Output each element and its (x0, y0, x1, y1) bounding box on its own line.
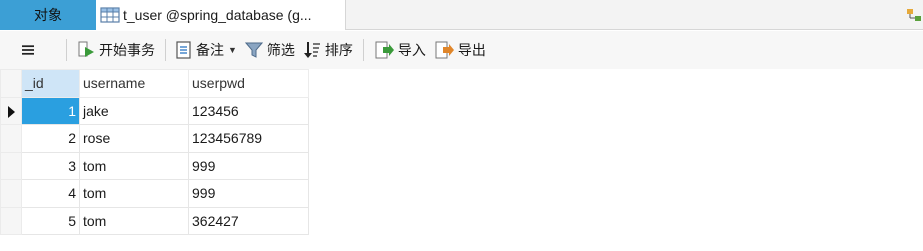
import-label: 导入 (397, 42, 426, 58)
cell-id[interactable]: 3 (21, 151, 80, 180)
row-indicator[interactable] (0, 124, 22, 153)
column-header-username[interactable]: username (79, 69, 189, 98)
cell-username[interactable]: tom (79, 179, 189, 208)
row-indicator-header (0, 69, 22, 98)
row-indicator[interactable] (0, 206, 22, 235)
column-header-id[interactable]: _id (21, 69, 80, 98)
memo-button[interactable]: 备注 ▼ (172, 37, 241, 63)
export-label: 导出 (457, 42, 486, 58)
transaction-icon (78, 41, 94, 57)
cell-username[interactable]: rose (79, 124, 189, 153)
data-grid: _id username userpwd 1 jake 123456 2 ros… (0, 69, 309, 235)
hamburger-icon (22, 45, 34, 55)
chevron-down-icon[interactable]: ▼ (228, 45, 237, 55)
tab-objects-label: 对象 (34, 7, 62, 23)
cell-username[interactable]: tom (79, 151, 189, 180)
cell-id[interactable]: 1 (21, 96, 80, 125)
toolbar-separator (165, 39, 166, 61)
table-icon (100, 7, 120, 23)
cell-username[interactable]: tom (79, 206, 189, 235)
table-row[interactable]: 4 tom 999 (0, 179, 309, 208)
cell-userpwd[interactable]: 999 (188, 151, 309, 180)
table-row[interactable]: 5 tom 362427 (0, 206, 309, 235)
import-button[interactable]: 导入 (370, 37, 430, 63)
toolbar: 开始事务 备注 ▼ 筛选 排序 导入 导出 (0, 31, 923, 69)
toolbar-separator (362, 39, 364, 61)
cell-username[interactable]: jake (79, 96, 189, 125)
export-icon (435, 41, 454, 59)
filter-icon (244, 42, 263, 58)
table-row[interactable]: 2 rose 123456789 (0, 124, 309, 153)
network-icon[interactable] (907, 7, 923, 23)
memo-label: 备注 (196, 42, 224, 58)
filter-button[interactable]: 筛选 (241, 37, 299, 63)
export-button[interactable]: 导出 (430, 37, 490, 63)
tab-bar: 对象 t_user @spring_database (g... (0, 0, 923, 30)
current-row-arrow-icon (7, 106, 15, 119)
row-indicator[interactable] (0, 151, 22, 180)
sort-icon (303, 42, 320, 58)
column-header-userpwd[interactable]: userpwd (188, 69, 309, 98)
menu-button[interactable] (18, 37, 42, 63)
cell-userpwd[interactable]: 999 (188, 179, 309, 208)
begin-transaction-label: 开始事务 (99, 42, 155, 58)
row-indicator[interactable] (0, 179, 22, 208)
row-indicator[interactable] (0, 96, 22, 125)
cell-userpwd[interactable]: 362427 (188, 206, 309, 235)
tab-objects[interactable]: 对象 (0, 0, 96, 30)
table-row[interactable]: 3 tom 999 (0, 151, 309, 180)
memo-icon (176, 41, 191, 59)
tab-t-user[interactable]: t_user @spring_database (g... (96, 0, 346, 30)
sort-label: 排序 (324, 42, 353, 58)
filter-label: 筛选 (266, 42, 295, 58)
sort-button[interactable]: 排序 (299, 37, 357, 63)
cell-id[interactable]: 5 (21, 206, 80, 235)
begin-transaction-button[interactable]: 开始事务 (73, 37, 159, 63)
cell-userpwd[interactable]: 123456789 (188, 124, 309, 153)
cell-id[interactable]: 4 (21, 179, 80, 208)
cell-id[interactable]: 2 (21, 124, 80, 153)
toolbar-separator (66, 39, 67, 61)
tab-t-user-label: t_user @spring_database (g... (123, 7, 312, 23)
grid-header-row: _id username userpwd (0, 69, 309, 98)
cell-userpwd[interactable]: 123456 (188, 96, 309, 125)
import-icon (375, 41, 394, 59)
table-row[interactable]: 1 jake 123456 (0, 96, 309, 125)
